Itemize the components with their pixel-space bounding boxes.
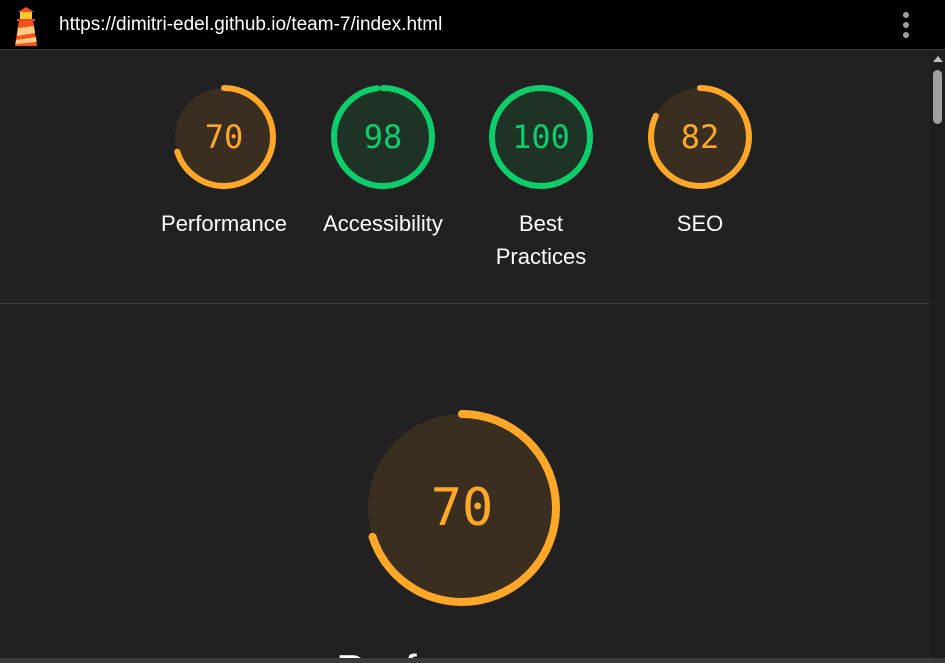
gauge-score: 70 [431,478,494,538]
gauge-ring: 100 [489,85,593,189]
gauge-label-line: Best [518,211,564,236]
gauge-ring: 82 [648,85,752,189]
gauge-label: Performance [161,211,287,236]
performance-score-gauge: 70 [364,410,560,606]
gauge-score: 70 [205,118,244,156]
gauge-score: 82 [681,118,720,156]
scroll-up-arrow-icon[interactable] [933,56,943,62]
gauge-score: 100 [512,118,570,156]
gauge-best-practices[interactable]: 100 Best Practices [466,82,616,273]
gauge-seo[interactable]: 82 SEO [625,82,775,240]
report-content: 70 Performance 98 Accessibility 100 Best… [0,50,930,663]
gauge-performance[interactable]: 70 Performance [149,82,299,240]
gauge-label: Accessibility [323,211,443,236]
menu-dot-icon [903,12,909,18]
menu-dot-icon [903,32,909,38]
gauge-label: SEO [676,211,724,236]
menu-dot-icon [903,22,909,28]
gauge-accessibility[interactable]: 98 Accessibility [308,82,458,240]
more-options-button[interactable] [893,8,919,42]
gauge-label-line: Practices [495,244,587,269]
section-divider [0,303,930,304]
page-url[interactable]: https://dimitri-edel.github.io/team-7/in… [59,13,442,37]
lighthouse-icon [15,7,37,46]
scroll-thumb[interactable] [933,70,942,124]
report-header: https://dimitri-edel.github.io/team-7/in… [0,0,945,50]
vertical-scrollbar[interactable] [930,50,945,663]
gauge-ring: 98 [331,85,435,189]
gauge-score: 98 [364,118,403,156]
bottom-edge [0,658,945,663]
gauge-label: Best Practices [466,207,616,273]
gauge-ring: 70 [172,85,276,189]
